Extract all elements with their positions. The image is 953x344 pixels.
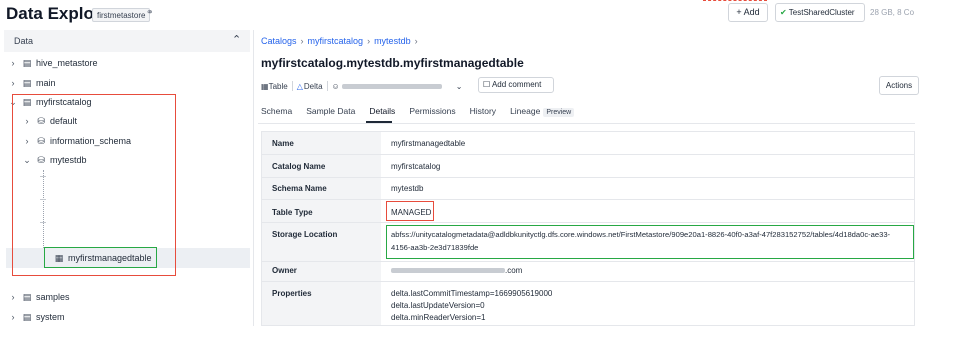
add-comment-label: Add comment bbox=[491, 80, 542, 89]
meta-divider bbox=[291, 81, 293, 91]
details-value-catalog: myfirstcatalog bbox=[391, 162, 441, 171]
details-label: Storage Location bbox=[272, 230, 338, 239]
delta-icon: △ bbox=[296, 81, 303, 91]
details-value-storage-location-cont: 4156-aa3b-2e3d71839fde bbox=[391, 243, 479, 252]
data-panel-header bbox=[4, 30, 250, 52]
chevron-right-icon[interactable]: › bbox=[8, 58, 18, 68]
tab-schema[interactable]: Schema bbox=[261, 106, 292, 120]
chevron-right-icon[interactable]: › bbox=[8, 78, 18, 88]
catalog-icon: ▤ bbox=[22, 57, 32, 68]
breadcrumb-separator: › bbox=[300, 36, 304, 46]
add-comment-button[interactable]: ☐ Add comment bbox=[478, 77, 554, 93]
catalog-icon: ▤ bbox=[22, 77, 32, 88]
comment-icon: ☐ bbox=[483, 80, 491, 89]
details-property: delta.lastCommitTimestamp=1669905619000 bbox=[391, 289, 553, 298]
chevron-right-icon[interactable]: › bbox=[8, 292, 18, 302]
table-icon: ▦ bbox=[261, 81, 269, 91]
details-property: delta.minReaderVersion=1 bbox=[391, 313, 486, 322]
breadcrumb-link[interactable]: myfirstcatalog bbox=[308, 36, 364, 46]
row-divider bbox=[262, 154, 914, 155]
details-label: Properties bbox=[272, 289, 312, 298]
tabs-baseline bbox=[258, 123, 915, 124]
tab-lineage[interactable]: Lineage Preview bbox=[510, 106, 575, 120]
details-value-schema: mytestdb bbox=[391, 184, 424, 193]
catalog-icon: ▤ bbox=[22, 291, 32, 302]
row-divider bbox=[262, 281, 914, 282]
details-value-storage-location: abfss://unitycatalogmetadata@adldbkunity… bbox=[391, 230, 891, 239]
details-label: Catalog Name bbox=[272, 162, 326, 171]
link-icon[interactable]: ⚭ bbox=[146, 7, 154, 18]
cluster-meta: 28 GB, 8 Co bbox=[870, 8, 915, 17]
panel-divider[interactable] bbox=[253, 30, 254, 326]
details-label: Owner bbox=[272, 266, 297, 275]
details-label: Schema Name bbox=[272, 184, 327, 193]
row-divider bbox=[262, 222, 914, 223]
breadcrumb-separator: › bbox=[367, 36, 371, 46]
tab-details[interactable]: Details bbox=[369, 106, 395, 120]
active-tab-indicator bbox=[366, 121, 392, 123]
row-divider bbox=[262, 177, 914, 178]
details-value-table-type: MANAGED bbox=[391, 208, 432, 217]
breadcrumb: Catalogs › myfirstcatalog › mytestdb › bbox=[261, 36, 422, 46]
tab-sample-data[interactable]: Sample Data bbox=[306, 106, 355, 120]
tab-permissions[interactable]: Permissions bbox=[409, 106, 455, 120]
highlight-box-catalog bbox=[12, 94, 176, 276]
chevron-right-icon[interactable]: › bbox=[8, 312, 18, 322]
highlight-dashes bbox=[703, 0, 767, 1]
page-title: myfirstcatalog.mytestdb.myfirstmanagedta… bbox=[261, 56, 524, 70]
details-label: Table Type bbox=[272, 208, 313, 217]
owner-redacted bbox=[341, 83, 442, 89]
details-label: Name bbox=[272, 139, 294, 148]
cluster-selector[interactable]: ✔ TestSharedCluster bbox=[775, 3, 865, 22]
tab-lineage-label: Lineage bbox=[510, 106, 541, 116]
owner-redacted bbox=[391, 268, 505, 273]
table-format: Delta bbox=[303, 81, 323, 91]
breadcrumb-link[interactable]: Catalogs bbox=[261, 36, 297, 46]
meta-divider bbox=[326, 81, 328, 91]
breadcrumb-link[interactable]: mytestdb bbox=[374, 36, 411, 46]
row-divider bbox=[262, 199, 914, 200]
tree-item-main[interactable]: › ▤ main bbox=[8, 73, 56, 93]
tree-item-label: main bbox=[36, 78, 56, 88]
add-button[interactable]: + Add bbox=[728, 3, 768, 22]
tree-item-label: hive_metastore bbox=[36, 58, 98, 68]
tree-item-hive-metastore[interactable]: › ▤ hive_metastore bbox=[8, 53, 98, 73]
data-panel-title: Data bbox=[14, 36, 34, 46]
tree-item-samples[interactable]: › ▤ samples bbox=[8, 287, 70, 307]
tree-item-system[interactable]: › ▤ system bbox=[8, 307, 65, 327]
details-value-name: myfirstmanagedtable bbox=[391, 139, 466, 148]
actions-button[interactable]: Actions bbox=[879, 76, 919, 95]
tree-item-label: system bbox=[36, 312, 65, 322]
row-divider bbox=[262, 261, 914, 262]
breadcrumb-separator: › bbox=[414, 36, 418, 46]
preview-badge: Preview bbox=[543, 108, 575, 117]
cluster-status-icon: ✔ bbox=[780, 8, 787, 17]
metastore-chip[interactable]: firstmetastore bbox=[92, 8, 151, 22]
owner-domain: .com bbox=[505, 266, 523, 275]
tab-history[interactable]: History bbox=[470, 106, 496, 120]
details-property: delta.lastUpdateVersion=0 bbox=[391, 301, 485, 310]
details-value-owner: .com bbox=[391, 266, 522, 275]
tree-item-label: samples bbox=[36, 292, 70, 302]
cluster-name: TestSharedCluster bbox=[788, 8, 855, 17]
chevron-down-icon[interactable]: ⌄ bbox=[456, 82, 463, 91]
table-kind: Table bbox=[268, 81, 288, 91]
table-meta-row: ▦ Table △ Delta ☺ ⌄ bbox=[261, 80, 462, 92]
chevron-up-icon[interactable]: ⌃ bbox=[232, 33, 241, 46]
catalog-icon: ▤ bbox=[22, 311, 32, 322]
user-icon: ☺ bbox=[331, 81, 340, 91]
detail-tabs: Schema Sample Data Details Permissions H… bbox=[261, 106, 575, 120]
